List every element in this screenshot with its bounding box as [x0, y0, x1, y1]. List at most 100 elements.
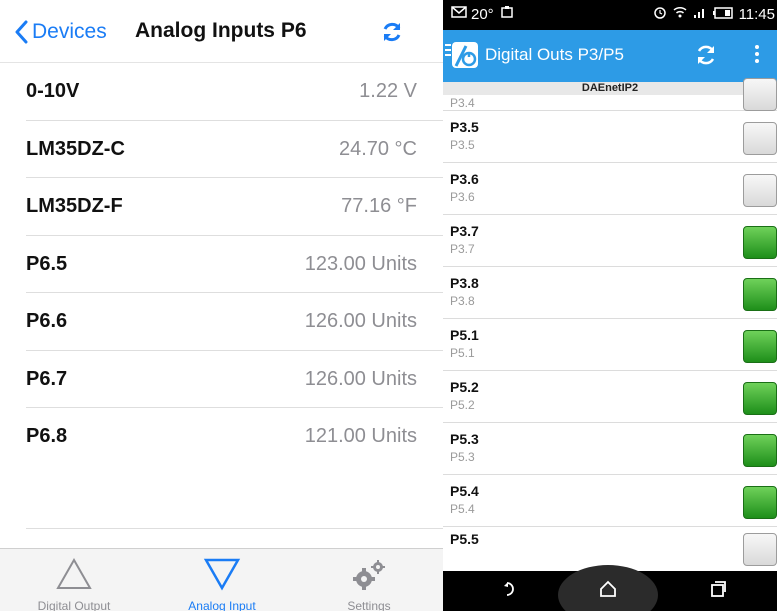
- tab-analog-input[interactable]: Analog Input: [148, 549, 296, 611]
- home-icon[interactable]: [588, 579, 628, 605]
- output-toggle[interactable]: [743, 330, 777, 363]
- tab-settings[interactable]: Settings: [295, 549, 443, 611]
- list-item-label: LM35DZ-C: [26, 137, 125, 160]
- list-item-title: P5.4: [450, 483, 479, 499]
- gear-icon: [350, 557, 388, 596]
- refresh-icon[interactable]: [694, 43, 718, 67]
- list-item-value: 126.00 Units: [304, 310, 417, 332]
- output-toggle[interactable]: [743, 174, 777, 207]
- android-app-screen: 20° 11:45 Digital Outs P3/P5 DAEnetIP2 P…: [443, 0, 777, 611]
- back-button[interactable]: Devices: [14, 17, 107, 47]
- system-navigation-bar: [443, 565, 777, 611]
- alarm-icon: [653, 5, 667, 23]
- list-item-value: 1.22 V: [359, 80, 417, 102]
- list-item-subtitle: P5.2: [450, 398, 475, 412]
- list-item[interactable]: P5.1 P5.1: [443, 319, 777, 371]
- wifi-icon: [673, 5, 687, 23]
- list-item-subtitle: P5.4: [450, 502, 475, 516]
- action-bar: Digital Outs P3/P5: [443, 30, 777, 82]
- status-left: 20°: [451, 5, 518, 23]
- list-item-label: LM35DZ-F: [26, 195, 123, 217]
- action-bar-title: Digital Outs P3/P5: [485, 45, 624, 64]
- list-item[interactable]: P3.4: [443, 78, 777, 111]
- list-item[interactable]: 0-10V 1.22 V: [0, 62, 443, 120]
- triangle-down-icon: [203, 557, 241, 596]
- output-toggle[interactable]: [743, 78, 777, 111]
- list-item-title: P3.5: [450, 119, 479, 135]
- list-item-value: 24.70 °C: [338, 137, 417, 160]
- list-item-value: 121.00 Units: [304, 425, 417, 447]
- output-toggle[interactable]: [743, 382, 777, 415]
- list-item-value: 123.00 Units: [304, 252, 417, 275]
- output-toggle[interactable]: [743, 122, 777, 155]
- digital-output-list: P3.4 P3.5 P3.5 P3.6 P3.6 P3.7 P3.7 P3.8 …: [443, 78, 777, 566]
- list-item[interactable]: P6.8 121.00 Units: [26, 407, 443, 465]
- list-item-value: 126.00 Units: [304, 367, 417, 390]
- recent-apps-icon[interactable]: [698, 579, 738, 605]
- list-item[interactable]: LM35DZ-C 24.70 °C: [26, 119, 443, 178]
- device-name-header: DAEnetIP2: [443, 82, 777, 95]
- list-item-title: P5.2: [450, 379, 479, 395]
- list-item-subtitle: P5.3: [450, 450, 475, 464]
- list-item-label: P6.7: [26, 367, 68, 390]
- divider: [26, 528, 443, 529]
- list-item-title: P5.1: [450, 327, 479, 343]
- list-item[interactable]: P3.8 P3.8: [443, 267, 777, 319]
- list-item[interactable]: P6.5 123.00 Units: [26, 234, 443, 293]
- list-item[interactable]: P5.5: [443, 527, 777, 566]
- refresh-icon[interactable]: [381, 21, 403, 43]
- list-item[interactable]: P5.3 P5.3: [443, 423, 777, 475]
- list-item[interactable]: P5.4 P5.4: [443, 475, 777, 527]
- tab-bar: Digital Output Analog Input Settings: [0, 548, 443, 611]
- triangle-up-icon: [55, 557, 93, 596]
- status-right: 11:45: [653, 5, 777, 23]
- list-item[interactable]: LM35DZ-F 77.16 °F: [26, 177, 443, 235]
- list-item-title: P3.6: [450, 171, 479, 187]
- status-temperature: 20°: [471, 5, 494, 23]
- tab-digital-output[interactable]: Digital Output: [0, 549, 148, 611]
- list-item-label: P6.6: [26, 310, 68, 332]
- list-item-subtitle: P3.5: [450, 138, 475, 152]
- list-item[interactable]: P3.6 P3.6: [443, 163, 777, 215]
- overflow-menu-icon[interactable]: [755, 45, 761, 67]
- list-item[interactable]: P6.7 126.00 Units: [26, 349, 443, 408]
- list-item-subtitle: P3.4: [450, 96, 475, 110]
- back-icon[interactable]: [491, 579, 531, 605]
- list-item-subtitle: P3.6: [450, 190, 475, 204]
- output-toggle[interactable]: [743, 278, 777, 311]
- mail-icon: [451, 5, 467, 23]
- list-item-label: 0-10V: [26, 80, 80, 102]
- ios-app-screen: Devices Analog Inputs P6 0-10V 1.22 V LM…: [0, 0, 443, 611]
- list-item[interactable]: P3.5 P3.5: [443, 111, 777, 163]
- list-item-title: P3.8: [450, 275, 479, 291]
- battery-icon: [712, 6, 733, 23]
- list-item[interactable]: P3.7 P3.7: [443, 215, 777, 267]
- list-item[interactable]: P5.2 P5.2: [443, 371, 777, 423]
- output-toggle[interactable]: [743, 226, 777, 259]
- page-title: Analog Inputs P6: [135, 19, 307, 42]
- analog-input-list: 0-10V 1.22 V LM35DZ-C 24.70 °C LM35DZ-F …: [0, 62, 443, 465]
- list-item-label: P6.8: [26, 425, 68, 447]
- tab-label: Digital Output: [37, 599, 111, 611]
- list-item-value: 77.16 °F: [341, 195, 417, 217]
- list-item-title: P5.3: [450, 431, 479, 447]
- chevron-left-icon: [14, 20, 28, 44]
- list-item-subtitle: P5.1: [450, 346, 475, 360]
- list-item-title: P5.5: [450, 531, 479, 547]
- output-toggle[interactable]: [743, 486, 777, 519]
- list-item-subtitle: P3.7: [450, 242, 475, 256]
- list-item[interactable]: P6.6 126.00 Units: [26, 292, 443, 350]
- notification-icon: [500, 5, 514, 23]
- app-logo-icon[interactable]: [452, 42, 478, 68]
- back-button-label: Devices: [32, 20, 107, 43]
- output-toggle[interactable]: [743, 434, 777, 467]
- navigation-bar: Devices Analog Inputs P6: [0, 0, 443, 62]
- list-item-title: P3.7: [450, 223, 479, 239]
- status-bar: 20° 11:45: [443, 0, 777, 30]
- status-time: 11:45: [738, 5, 775, 23]
- tab-label: Analog Input: [188, 599, 256, 611]
- output-toggle[interactable]: [743, 533, 777, 566]
- list-item-label: P6.5: [26, 252, 68, 275]
- signal-icon: [693, 5, 707, 23]
- tab-label: Settings: [347, 599, 391, 611]
